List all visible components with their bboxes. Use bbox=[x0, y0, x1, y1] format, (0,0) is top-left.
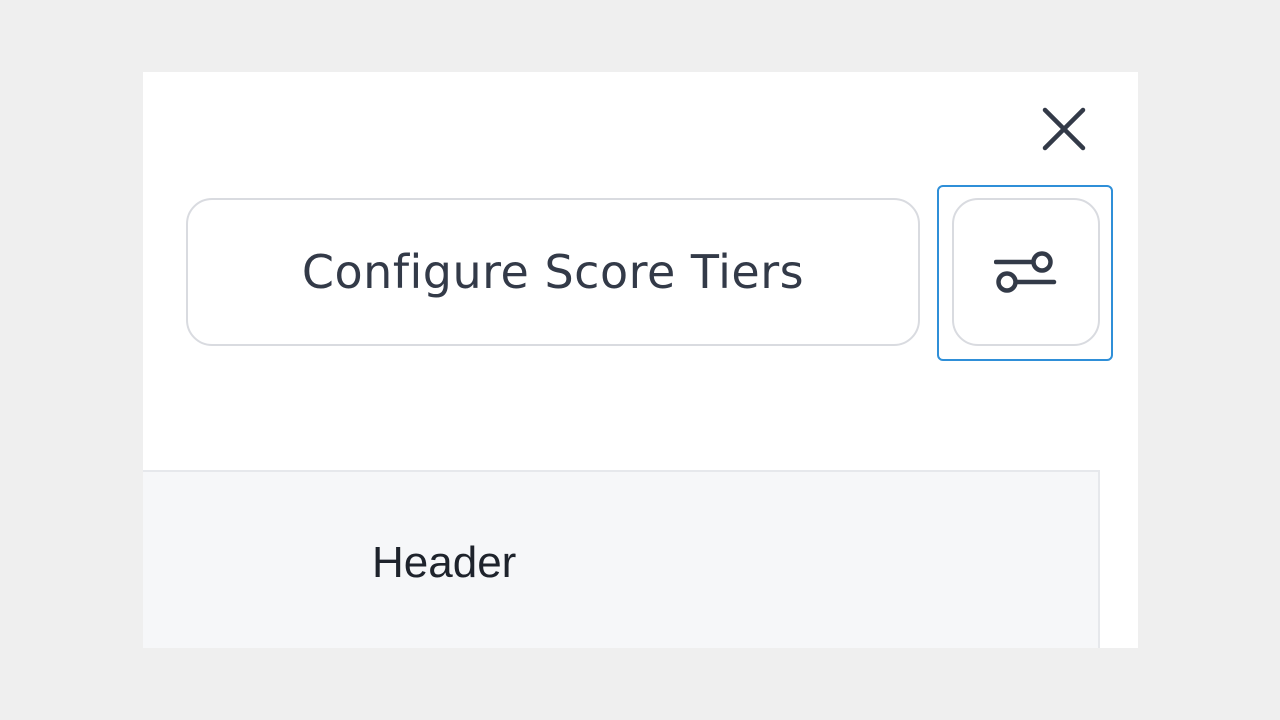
close-icon bbox=[1042, 107, 1086, 151]
configure-score-tiers-label: Configure Score Tiers bbox=[301, 245, 805, 299]
page-background: Configure Score Tiers Header bbox=[0, 0, 1280, 720]
sliders-icon bbox=[994, 251, 1057, 293]
dialog-panel: Configure Score Tiers Header bbox=[143, 72, 1138, 648]
close-button[interactable] bbox=[1037, 102, 1091, 156]
settings-button[interactable] bbox=[952, 198, 1100, 346]
table-header-label: Header bbox=[372, 538, 517, 587]
table-header-row: Header bbox=[143, 470, 1100, 648]
configure-score-tiers-button[interactable]: Configure Score Tiers bbox=[186, 198, 920, 346]
